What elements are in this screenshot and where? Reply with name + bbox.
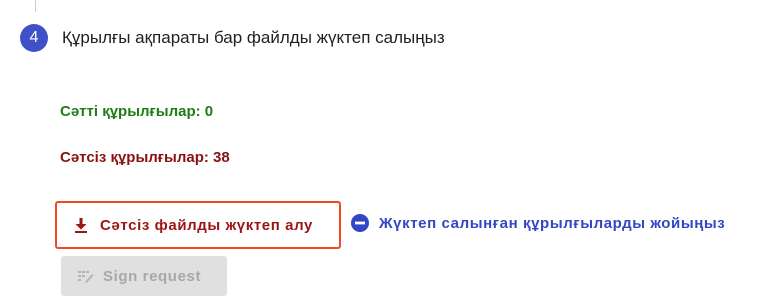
- sign-request-label: Sign request: [103, 267, 202, 285]
- download-failed-file-button[interactable]: Сәтсіз файлды жүктеп алу: [55, 201, 341, 249]
- step-title: Құрылғы ақпараты бар файлды жүктеп салың…: [62, 28, 445, 47]
- remove-uploaded-devices-button[interactable]: Жүктеп салынған құрылғыларды жойыңыз: [350, 213, 725, 233]
- success-devices-count: Сәтті құрылғылар: 0: [60, 103, 214, 120]
- remove-uploaded-devices-label: Жүктеп салынған құрылғыларды жойыңыз: [379, 214, 726, 232]
- signature-icon: [78, 269, 94, 283]
- minus-circle-icon: [350, 213, 370, 233]
- download-failed-file-label: Сәтсіз файлды жүктеп алу: [100, 216, 313, 234]
- stepper-connector-line: [35, 0, 36, 12]
- download-icon: [74, 217, 88, 233]
- failed-devices-count: Сәтсіз құрылғылар: 38: [60, 149, 230, 166]
- step-number-badge: 4: [20, 24, 48, 52]
- sign-request-button[interactable]: Sign request: [61, 256, 227, 296]
